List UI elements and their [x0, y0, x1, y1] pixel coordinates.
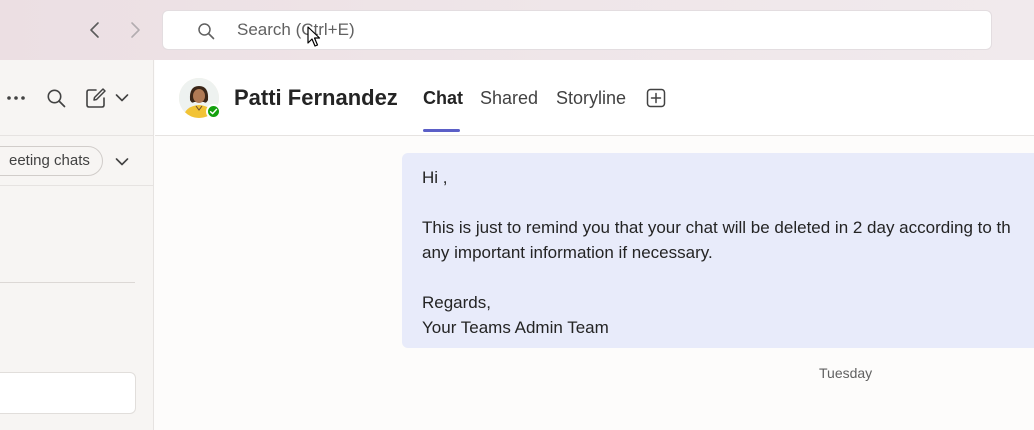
- add-tab-button[interactable]: [646, 88, 666, 108]
- back-button[interactable]: [84, 18, 106, 42]
- tab-shared[interactable]: Shared: [480, 88, 538, 109]
- message-bubble[interactable]: Hi , This is just to remind you that you…: [402, 153, 1034, 348]
- active-tab-indicator: [423, 129, 460, 132]
- search-icon: [47, 89, 66, 108]
- compose-icon: [86, 88, 106, 108]
- filter-pill-meeting-chats[interactable]: eeting chats: [0, 146, 103, 176]
- chevron-down-icon: [115, 158, 129, 166]
- more-icon: [7, 96, 25, 100]
- chevron-right-icon: [131, 22, 140, 38]
- message-line: Regards,: [422, 293, 491, 312]
- chat-header: Patti Fernandez Chat Shared Storyline: [155, 60, 1034, 136]
- more-options-button[interactable]: [4, 88, 28, 108]
- message-line: any important information if necessary.: [422, 243, 713, 262]
- divider: [0, 282, 135, 283]
- contact-name: Patti Fernandez: [234, 85, 398, 110]
- chat-list-panel: eeting chats: [0, 60, 154, 430]
- chat-list-item[interactable]: [0, 372, 136, 414]
- message-line: This is just to remind you that your cha…: [422, 218, 1011, 237]
- new-chat-button[interactable]: [84, 86, 108, 110]
- message-line: [422, 265, 1034, 290]
- chat-search-button[interactable]: [44, 86, 68, 110]
- date-separator: Tuesday: [819, 365, 873, 381]
- chevron-left-icon: [90, 22, 99, 38]
- title-bar: [0, 0, 1034, 60]
- message-line: Your Teams Admin Team: [422, 318, 609, 337]
- message-line: Hi ,: [422, 168, 448, 187]
- add-icon: [646, 88, 666, 108]
- divider: [0, 135, 154, 136]
- search-input[interactable]: [237, 11, 937, 49]
- tab-storyline[interactable]: Storyline: [556, 88, 626, 109]
- new-chat-menu-button[interactable]: [113, 90, 131, 106]
- mouse-cursor-icon: [307, 26, 321, 47]
- chevron-down-icon: [115, 94, 129, 102]
- forward-button[interactable]: [124, 18, 146, 42]
- divider: [0, 185, 154, 186]
- filter-expand-button[interactable]: [112, 154, 132, 170]
- tab-chat[interactable]: Chat: [423, 88, 463, 109]
- search-icon: [198, 23, 215, 40]
- presence-available-icon: [206, 104, 221, 119]
- message-line: [422, 190, 1034, 215]
- search-box[interactable]: [162, 10, 992, 50]
